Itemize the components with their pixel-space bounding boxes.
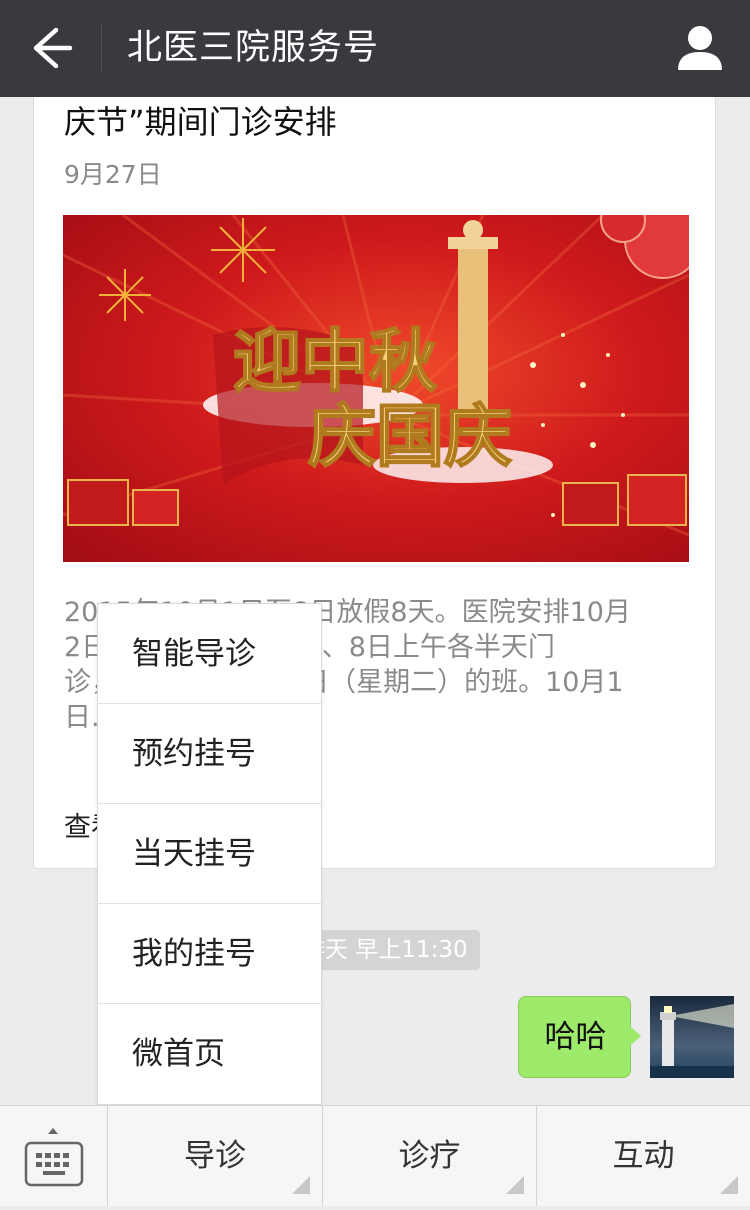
back-button[interactable] [20, 22, 80, 74]
menu-button-interaction[interactable]: 互动 [536, 1106, 750, 1206]
menu-button-label: 互动 [612, 1138, 675, 1174]
keyboard-toggle-button[interactable] [0, 1106, 107, 1206]
menu-button-label: 导诊 [184, 1138, 246, 1174]
bubble-tail [630, 1026, 641, 1046]
message-text: 哈哈 [544, 1019, 607, 1055]
submenu-indicator-icon [506, 1176, 524, 1194]
message-bubble[interactable]: 哈哈 [518, 996, 631, 1078]
banner-title-line1: 迎中秋 [233, 323, 437, 402]
menu-item-same-day-registration[interactable]: 当天挂号 [98, 804, 321, 904]
keyboard-icon [24, 1128, 84, 1187]
menu-item-appointment[interactable]: 预约挂号 [98, 704, 321, 804]
guide-popup-menu: 智能导诊 预约挂号 当天挂号 我的挂号 微首页 [97, 603, 322, 1105]
menu-item-my-registrations[interactable]: 我的挂号 [98, 904, 321, 1004]
profile-button[interactable] [672, 22, 728, 74]
person-icon [678, 26, 722, 70]
menu-item-smart-guide[interactable]: 智能导诊 [98, 604, 321, 704]
menu-item-micro-homepage[interactable]: 微首页 [98, 1004, 321, 1104]
menu-button-label: 诊疗 [398, 1138, 461, 1174]
article-banner-image: 迎中秋 庆国庆 [63, 215, 689, 562]
menu-button-treatment[interactable]: 诊疗 [322, 1106, 536, 1206]
article-date: 9月27日 [64, 160, 162, 189]
submenu-indicator-icon [292, 1176, 310, 1194]
menu-button-guide[interactable]: 导诊 [107, 1106, 322, 1206]
article-title: 庆节”期间门诊安排 [64, 103, 337, 141]
header-divider [101, 24, 102, 72]
top-bar: 北医三院服务号 [0, 0, 750, 97]
submenu-indicator-icon [720, 1176, 738, 1194]
avatar[interactable] [650, 996, 734, 1078]
page-title: 北医三院服务号 [127, 28, 380, 68]
arrow-left-icon [33, 27, 73, 69]
banner-title-line2: 庆国庆 [308, 398, 512, 477]
bottom-menu-bar: 导诊 诊疗 互动 [0, 1105, 750, 1206]
